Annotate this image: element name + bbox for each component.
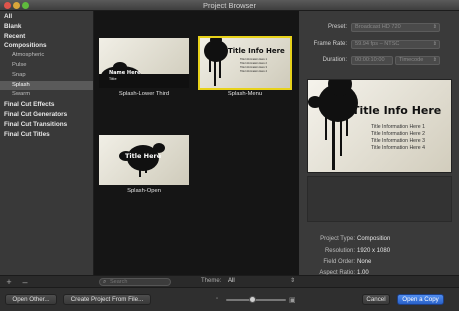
duration-row: Duration: 00:00:10:00 Timecode ⇕ <box>299 56 459 66</box>
thumbnail-size-slider[interactable] <box>226 299 286 301</box>
template-caption: Splash-Lower Third <box>118 91 170 97</box>
dialog-footer: Open Other... Create Project From File..… <box>0 287 459 311</box>
sidebar-item-final-cut-generators[interactable]: Final Cut Generators <box>0 110 93 120</box>
slider-knob[interactable] <box>249 296 256 303</box>
thumb-title: Title Info Here <box>228 47 285 55</box>
sidebar-item-compositions[interactable]: Compositions <box>0 41 93 51</box>
resolution-label: Resolution: <box>324 248 355 254</box>
add-category-button[interactable]: + <box>3 277 15 287</box>
category-sidebar: All Blank Recent Compositions Atmospheric Pul… <box>0 11 94 275</box>
duration-unit-popup[interactable]: Timecode ⇕ <box>395 56 440 65</box>
sidebar-item-blank[interactable]: Blank <box>0 22 93 32</box>
thumb-title: Title Here <box>125 152 162 160</box>
preview-line: Title Information Here 1 <box>371 124 426 130</box>
sidebar-item-swarm[interactable]: Swarm <box>0 90 93 100</box>
duration-value: 00:00:10:00 <box>355 57 385 63</box>
browser-toolbar: + – ⌕ Theme: All ⇕ <box>0 275 459 287</box>
sidebar-item-splash[interactable]: Splash <box>0 80 93 91</box>
duration-field[interactable]: 00:00:10:00 <box>351 56 393 65</box>
sidebar-item-recent[interactable]: Recent <box>0 32 93 42</box>
zoom-in-icon[interactable]: ▣ <box>289 296 296 304</box>
preview-line: Title Information Here 3 <box>371 138 426 144</box>
resolution-row: Resolution: 1920 x 1080 <box>299 248 459 257</box>
template-thumbnail: Title Here <box>99 135 189 185</box>
preview-line: Title Information Here 2 <box>371 131 426 137</box>
frame-rate-row: Frame Rate: 59.94 fps – NTSC ⇕ <box>299 40 459 50</box>
template-thumbnail: Title Info Here Title Information Here 1… <box>198 36 292 90</box>
preview-line: Title Information Here 4 <box>371 145 426 151</box>
preset-value: Broadcast HD 720 <box>355 24 401 30</box>
theme-label: Theme: <box>201 278 222 284</box>
window-title: Project Browser <box>203 1 256 10</box>
template-thumbnail: Name Here Title <box>99 38 189 88</box>
search-input[interactable] <box>110 279 168 285</box>
sidebar-item-snap[interactable]: Snap <box>0 71 93 81</box>
template-preview: Title Info Here Title Information Here 1… <box>307 79 452 173</box>
template-splash-menu[interactable]: Title Info Here Title Information Here 1… <box>198 36 292 97</box>
sidebar-item-final-cut-titles[interactable]: Final Cut Titles <box>0 130 93 140</box>
theme-popup[interactable]: All <box>228 278 235 284</box>
cancel-button[interactable]: Cancel <box>362 294 390 305</box>
sidebar-item-atmospheric[interactable]: Atmospheric <box>0 51 93 61</box>
open-other-button[interactable]: Open Other... <box>5 294 57 305</box>
field-order-value: None <box>357 259 372 265</box>
frame-rate-popup[interactable]: 59.94 fps – NTSC ⇕ <box>351 40 440 49</box>
popup-arrows-icon: ⇕ <box>290 278 296 284</box>
thumb-line: Title Information Here 3 <box>240 66 268 69</box>
template-caption: Splash-Menu <box>227 91 263 97</box>
thumb-line: Title Information Here 4 <box>240 70 268 73</box>
popup-arrows-icon: ⇕ <box>432 41 437 47</box>
template-splash-lower-third[interactable]: Name Here Title Splash-Lower Third <box>99 38 189 97</box>
field-order-label: Field Order: <box>323 259 355 265</box>
project-type-label: Project Type: <box>320 236 355 242</box>
sidebar-item-all[interactable]: All <box>0 12 93 22</box>
search-field[interactable]: ⌕ <box>99 278 171 286</box>
project-type-row: Project Type: Composition <box>299 236 459 245</box>
sidebar-item-final-cut-transitions[interactable]: Final Cut Transitions <box>0 120 93 130</box>
duration-label: Duration: <box>322 57 347 63</box>
description-area <box>307 176 452 222</box>
sidebar-item-final-cut-effects[interactable]: Final Cut Effects <box>0 100 93 110</box>
template-caption: Splash-Open <box>127 188 161 194</box>
frame-rate-label: Frame Rate: <box>313 41 347 47</box>
inspector-panel: Preset: Broadcast HD 720 ⇕ Frame Rate: 5… <box>299 11 459 276</box>
preset-label: Preset: <box>327 24 347 30</box>
duration-unit-value: Timecode <box>399 57 424 63</box>
field-order-row: Field Order: None <box>299 259 459 268</box>
project-type-value: Composition <box>357 236 391 242</box>
resolution-value: 1920 x 1080 <box>357 248 391 254</box>
zoom-out-icon[interactable]: ▫ <box>216 296 218 302</box>
title-bar: Project Browser <box>0 0 459 11</box>
thumb-title: Name Here <box>109 70 141 76</box>
thumb-line: Title Information Here 1 <box>240 58 268 61</box>
open-a-copy-button[interactable]: Open a Copy <box>397 294 444 305</box>
search-icon: ⌕ <box>103 279 107 285</box>
remove-category-button[interactable]: – <box>19 277 31 287</box>
sidebar-item-pulse[interactable]: Pulse <box>0 61 93 71</box>
popup-arrows-icon: ⇕ <box>432 57 437 63</box>
template-grid: Name Here Title Splash-Lower Third Title… <box>94 11 299 275</box>
template-splash-open[interactable]: Title Here Splash-Open <box>99 135 189 194</box>
thumb-subtitle: Title <box>109 77 117 81</box>
preview-title: Title Info Here <box>352 104 442 117</box>
preset-row: Preset: Broadcast HD 720 ⇕ <box>299 23 459 33</box>
popup-arrows-icon: ⇕ <box>432 24 437 30</box>
create-from-file-button[interactable]: Create Project From File... <box>63 294 151 305</box>
thumb-line: Title Information Here 2 <box>240 62 268 65</box>
frame-rate-value: 59.94 fps – NTSC <box>355 41 400 47</box>
preset-popup[interactable]: Broadcast HD 720 ⇕ <box>351 23 440 32</box>
